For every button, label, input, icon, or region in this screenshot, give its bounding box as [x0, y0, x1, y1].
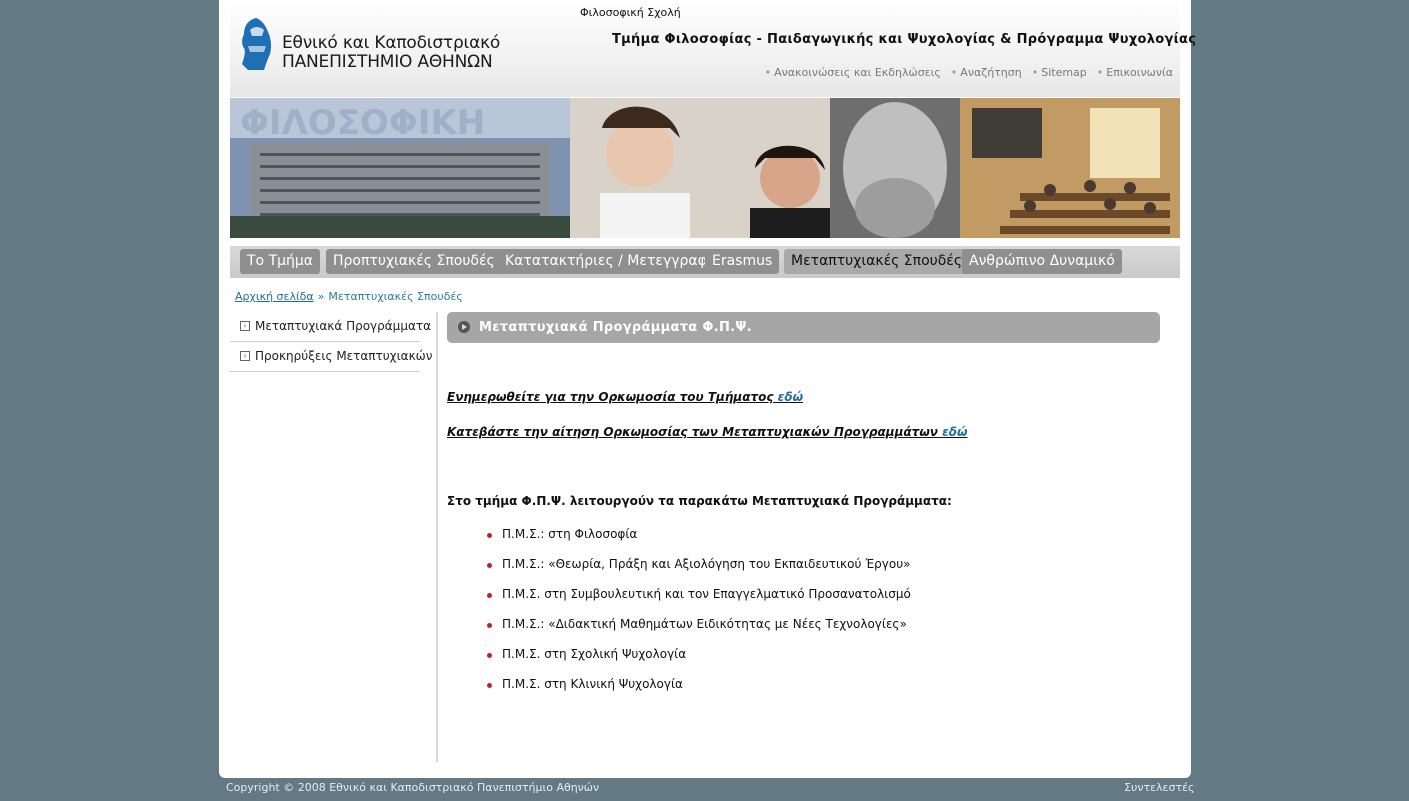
- notice-application: Κατεβάστε την αίτηση Ορκωμοσίας των Μετα…: [447, 425, 967, 439]
- top-link-sitemap[interactable]: • Sitemap: [1032, 66, 1087, 79]
- dot-icon: •: [950, 66, 958, 79]
- list-item: Π.Μ.Σ. στη Σχολική Ψυχολογία: [487, 647, 911, 677]
- footer-credits-link[interactable]: Συντελεστές: [1124, 781, 1194, 794]
- programs-intro: Στο τμήμα Φ.Π.Ψ. λειτουργούν τα παρακάτω…: [447, 494, 952, 508]
- main-content: Μεταπτυχιακά Προγράμματα Φ.Π.Ψ. Ενημερωθ…: [447, 312, 1160, 691]
- top-link-contact[interactable]: • Επικοινωνία: [1097, 66, 1173, 79]
- nav-item-undergraduate[interactable]: Προπτυχιακές Σπουδές: [326, 249, 502, 274]
- header-banner-image: ΦΙΛΟΣΟΦΙΚΗ: [230, 98, 1180, 238]
- nav-item-department[interactable]: Το Τμήμα: [240, 249, 321, 274]
- list-item: Π.Μ.Σ.: «Θεωρία, Πράξη και Αξιολόγηση το…: [487, 557, 911, 587]
- banner-text: ΦΙΛΟΣΟΦΙΚΗ: [240, 103, 485, 143]
- programs-list: Π.Μ.Σ.: στη Φιλοσοφία Π.Μ.Σ.: «Θεωρία, Π…: [487, 527, 911, 707]
- sidebar-item-label: Μεταπτυχιακά Προγράμματα: [255, 319, 431, 333]
- list-item: Π.Μ.Σ.: «Διδακτική Μαθημάτων Ειδικότητας…: [487, 617, 911, 647]
- breadcrumb-separator: »: [317, 290, 325, 303]
- breadcrumb-current: Μεταπτυχιακές Σπουδές: [328, 290, 463, 303]
- nav-item-erasmus[interactable]: Erasmus: [705, 249, 780, 274]
- bullet-icon: [487, 533, 492, 538]
- banner-collage: ΦΙΛΟΣΟΦΙΚΗ: [230, 98, 1180, 238]
- page-container: Εθνικό και Καποδιστριακό ΠΑΝΕΠΙΣΤΗΜΙΟ ΑΘ…: [219, 0, 1196, 778]
- sidebar-item-programs[interactable]: › Μεταπτυχιακά Προγράμματα: [230, 312, 431, 342]
- list-item: Π.Μ.Σ. στη Κλινική Ψυχολογία: [487, 677, 911, 707]
- department-title: Τμήμα Φιλοσοφίας - Παιδαγωγικής και Ψυχο…: [612, 32, 1197, 47]
- bullet-icon: [487, 593, 492, 598]
- program-name: Π.Μ.Σ. στη Σχολική Ψυχολογία: [502, 647, 687, 661]
- dot-icon: •: [764, 66, 772, 79]
- dot-icon: •: [1031, 66, 1039, 79]
- nav-item-transfers[interactable]: Κατατακτήριες / Μετεγγραφές: [498, 249, 730, 274]
- breadcrumb: Αρχική σελίδα» Μεταπτυχιακές Σπουδές: [235, 290, 463, 303]
- sidebar-item-announcements[interactable]: › Προκηρύξεις Μεταπτυχιακών: [230, 342, 432, 372]
- dot-icon: •: [1096, 66, 1104, 79]
- notice-oath: Ενημερωθείτε για την Ορκωμοσία του Τμήμα…: [447, 390, 803, 404]
- site-header: Εθνικό και Καποδιστριακό ΠΑΝΕΠΙΣΤΗΜΙΟ ΑΘ…: [230, 0, 1196, 97]
- program-name: Π.Μ.Σ.: «Διδακτική Μαθημάτων Ειδικότητας…: [502, 617, 907, 631]
- arrow-box-icon: ›: [240, 350, 250, 361]
- top-link-search[interactable]: • Αναζήτηση: [951, 66, 1022, 79]
- university-name-line1[interactable]: Εθνικό και Καποδιστριακό: [282, 33, 500, 53]
- nav-item-postgraduate[interactable]: Μεταπτυχιακές Σπουδές: [784, 249, 970, 274]
- list-item: Π.Μ.Σ.: στη Φιλοσοφία: [487, 527, 911, 557]
- vertical-divider: [436, 312, 438, 762]
- breadcrumb-home-link[interactable]: Αρχική σελίδα: [235, 290, 314, 303]
- bullet-icon: [487, 653, 492, 658]
- notice-application-link[interactable]: εδώ: [942, 425, 967, 439]
- content-title-bar: Μεταπτυχιακά Προγράμματα Φ.Π.Ψ.: [447, 312, 1160, 343]
- notice-application-text: Κατεβάστε την αίτηση Ορκωμοσίας των Μετα…: [447, 425, 938, 439]
- bullet-icon: [487, 683, 492, 688]
- top-links: • Ανακοινώσεις και Εκδηλώσεις • Αναζήτηση …: [765, 66, 1173, 79]
- program-name: Π.Μ.Σ. στη Κλινική Ψυχολογία: [502, 677, 683, 691]
- bullet-icon: [487, 563, 492, 568]
- sidebar-item-label: Προκηρύξεις Μεταπτυχιακών: [255, 349, 433, 363]
- top-link-label[interactable]: Αναζήτηση: [960, 66, 1021, 79]
- play-circle-icon: [458, 321, 470, 333]
- bullet-icon: [487, 623, 492, 628]
- top-link-label[interactable]: Sitemap: [1041, 66, 1087, 79]
- sidebar: › Μεταπτυχιακά Προγράμματα › Προκηρύξεις Μ…: [230, 312, 432, 372]
- notice-oath-link[interactable]: εδώ: [778, 390, 803, 404]
- top-link-announcements[interactable]: • Ανακοινώσεις και Εκδηλώσεις: [765, 66, 941, 79]
- top-link-label[interactable]: Επικοινωνία: [1106, 66, 1173, 79]
- top-link-label[interactable]: Ανακοινώσεις και Εκδηλώσεις: [774, 66, 941, 79]
- program-name: Π.Μ.Σ.: στη Φιλοσοφία: [502, 527, 638, 541]
- program-name: Π.Μ.Σ.: «Θεωρία, Πράξη και Αξιολόγηση το…: [502, 557, 911, 571]
- program-name: Π.Μ.Σ. στη Συμβουλευτική και τον Επαγγελ…: [502, 587, 911, 601]
- notice-oath-text: Ενημερωθείτε για την Ορκωμοσία του Τμήμα…: [447, 390, 774, 404]
- athena-logo-icon[interactable]: [238, 16, 274, 72]
- main-nav: Το Τμήμα Προπτυχιακές Σπουδές Κατατακτήρ…: [230, 246, 1180, 278]
- list-item: Π.Μ.Σ. στη Συμβουλευτική και τον Επαγγελ…: [487, 587, 911, 617]
- university-name-line2[interactable]: ΠΑΝΕΠΙΣΤΗΜΙΟ ΑΘΗΝΩΝ: [282, 52, 493, 72]
- nav-item-staff[interactable]: Ανθρώπινο Δυναμικό: [962, 249, 1122, 274]
- footer-copyright: Copyright © 2008 Εθνικό και Καποδιστριακ…: [226, 781, 600, 794]
- arrow-box-icon: ›: [240, 320, 250, 331]
- content-title: Μεταπτυχιακά Προγράμματα Φ.Π.Ψ.: [479, 320, 752, 335]
- school-name: Φιλοσοφική Σχολή: [580, 6, 681, 19]
